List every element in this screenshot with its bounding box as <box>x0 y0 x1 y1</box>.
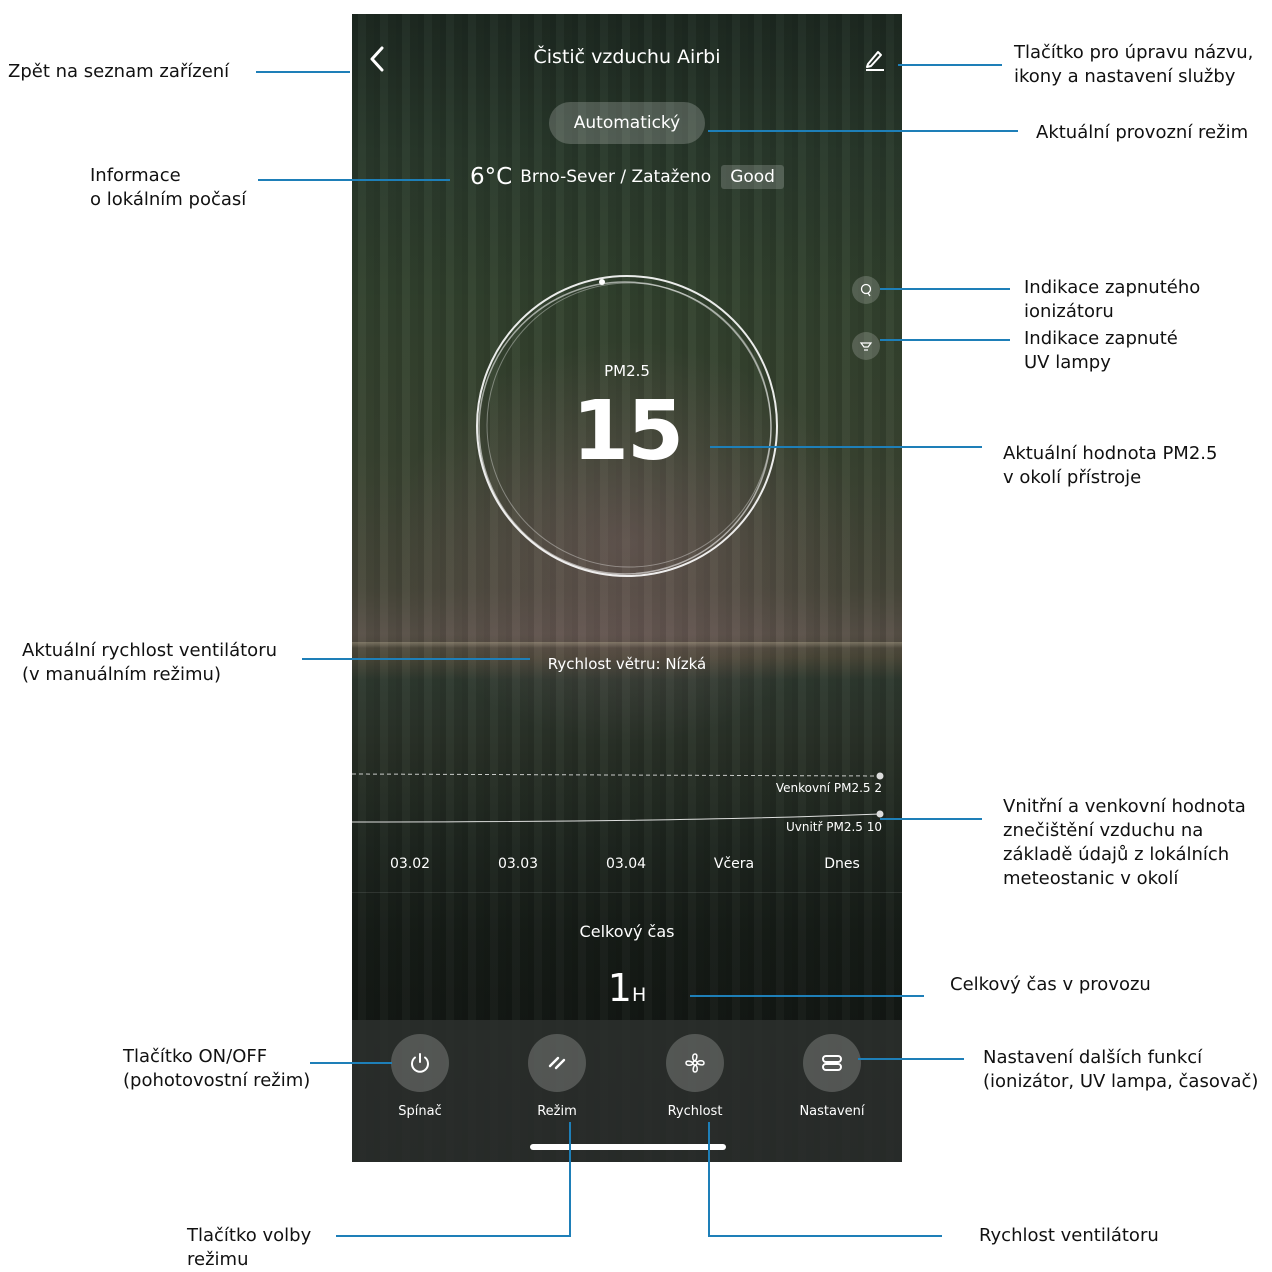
annotation-mode: Aktuální provozní režim <box>1036 122 1249 143</box>
air-quality-badge: Good <box>721 165 784 189</box>
weather-info: 6°C Brno-Sever / Zataženo Good <box>352 164 902 190</box>
fan-icon <box>685 1053 705 1073</box>
total-time-unit: H <box>631 984 647 1006</box>
mode-badge: Automatický <box>549 102 705 144</box>
annotation-chart: Vnitřní a venkovní hodnota znečištění vzd… <box>1003 796 1246 889</box>
total-time-label: Celkový čas <box>579 922 675 941</box>
lake-shoreline <box>352 642 902 648</box>
power-button-label: Spínač <box>398 1104 442 1119</box>
power-icon <box>411 1053 429 1073</box>
chart-date-axis: 03.02 03.03 03.04 Včera Dnes <box>352 856 902 876</box>
mode-icon <box>548 1056 566 1070</box>
pm-label: PM2.5 <box>604 362 650 380</box>
annotation-mode-button: Tlačítko volby režimu <box>187 1225 312 1270</box>
edit-button[interactable] <box>860 44 890 74</box>
settings-icon <box>822 1055 842 1071</box>
pencil-icon <box>866 51 884 71</box>
ionizer-indicator <box>852 276 880 304</box>
mode-button-circle[interactable] <box>528 1034 586 1092</box>
indoor-series-point <box>876 810 884 818</box>
chevron-left-icon <box>370 46 384 72</box>
uv-lamp-icon <box>859 342 873 351</box>
annotation-weather: Informace o lokálním počasí <box>90 165 247 210</box>
fan-speed-text: Rychlost větru: Nízká <box>547 655 707 673</box>
outdoor-series-line <box>352 773 881 777</box>
home-indicator[interactable] <box>530 1144 726 1150</box>
annotation-total: Celkový čas v provozu <box>950 974 1151 995</box>
back-button[interactable] <box>362 42 392 76</box>
date-label: 03.03 <box>497 856 539 872</box>
settings-button-label: Nastavení <box>799 1104 865 1119</box>
date-label: Včera <box>713 856 755 872</box>
annotation-back: Zpět na seznam zařízení <box>8 61 230 82</box>
date-label: Dnes <box>824 856 860 872</box>
total-time-value: 1H <box>352 966 902 1010</box>
ionizer-icon <box>860 283 872 297</box>
annotation-edit: Tlačítko pro úpravu názvu, ikony a nastav… <box>1014 42 1254 87</box>
speed-button-label: Rychlost <box>667 1104 723 1119</box>
mode-button[interactable]: Režim <box>502 1034 612 1119</box>
uv-lamp-indicator <box>852 332 880 360</box>
annotation-settings: Nastavení dalších funkcí (ionizátor, UV l… <box>983 1047 1259 1092</box>
outdoor-pm-label: Venkovní PM2.5 2 <box>775 781 882 795</box>
total-time-number: 1 <box>607 966 632 1010</box>
date-label: 03.04 <box>605 856 647 872</box>
settings-button[interactable]: Nastavení <box>777 1034 887 1119</box>
annotation-speed: Rychlost ventilátoru <box>979 1225 1159 1246</box>
divider <box>352 892 902 893</box>
annotation-ionizer: Indikace zapnutého ionizátoru <box>1024 277 1201 322</box>
outdoor-series-point <box>876 772 884 780</box>
annotation-onoff: Tlačítko ON/OFF (pohotovostní režim) <box>123 1046 311 1091</box>
annotation-fan: Aktuální rychlost ventilátoru (v manuální… <box>22 640 277 685</box>
indoor-pm-label: Uvnitř PM2.5 10 <box>785 820 882 834</box>
date-label: 03.02 <box>389 856 431 872</box>
annotation-uv: Indikace zapnuté UV lampy <box>1024 328 1178 373</box>
page-title: Čistič vzduchu Airbi <box>533 46 721 68</box>
annotation-pm: Aktuální hodnota PM2.5 v okolí přístroje <box>1003 443 1218 488</box>
settings-button-circle[interactable] <box>803 1034 861 1092</box>
speed-button[interactable]: Rychlost <box>640 1034 750 1119</box>
pm-value: 15 <box>571 384 684 479</box>
weather-temperature: 6°C <box>470 164 513 190</box>
weather-location: Brno-Sever / Zataženo <box>520 167 712 187</box>
speed-button-circle[interactable] <box>666 1034 724 1092</box>
phone-screen: Čistič vzduchu Airbi Automatický 6°C Brn… <box>352 14 902 1162</box>
power-button[interactable]: Spínač <box>365 1034 475 1119</box>
power-button-circle[interactable] <box>391 1034 449 1092</box>
mode-button-label: Režim <box>537 1104 577 1119</box>
